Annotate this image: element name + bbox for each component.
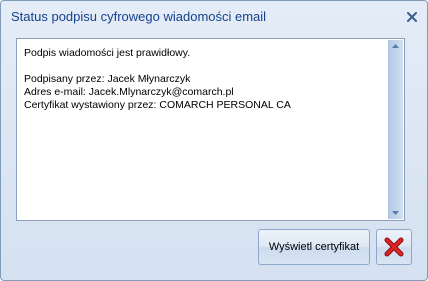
- scroll-down-button[interactable]: [388, 207, 403, 219]
- email-text: Adres e-mail: Jacek.Mlynarczyk@comarch.p…: [24, 86, 234, 98]
- memo-text: Podpis wiadomości jest prawidłowy. Podpi…: [24, 47, 291, 112]
- signature-info-memo[interactable]: Podpis wiadomości jest prawidłowy. Podpi…: [16, 38, 405, 221]
- red-x-icon: [384, 237, 404, 257]
- close-icon: [407, 12, 417, 22]
- window-title: Status podpisu cyfrowego wiadomości emai…: [11, 9, 267, 24]
- signed-by-text: Podpisany przez: Jacek Młynarczyk: [24, 73, 191, 85]
- dialog-window: Status podpisu cyfrowego wiadomości emai…: [0, 0, 428, 281]
- scroll-up-button[interactable]: [388, 40, 403, 52]
- show-certificate-button[interactable]: Wyświetl certyfikat: [258, 229, 370, 265]
- title-bar[interactable]: Status podpisu cyfrowego wiadomości emai…: [1, 1, 427, 33]
- issuer-text: Certyfikat wystawiony przez: COMARCH PER…: [24, 99, 291, 111]
- close-dialog-button[interactable]: [376, 229, 412, 265]
- titlebar-close-button[interactable]: [402, 7, 422, 27]
- scroll-down-arrow-icon: [392, 211, 399, 215]
- scroll-up-arrow-icon: [392, 44, 399, 48]
- vertical-scrollbar[interactable]: [388, 40, 403, 219]
- scrollbar-track[interactable]: [388, 40, 403, 219]
- signature-status-text: Podpis wiadomości jest prawidłowy.: [24, 47, 191, 59]
